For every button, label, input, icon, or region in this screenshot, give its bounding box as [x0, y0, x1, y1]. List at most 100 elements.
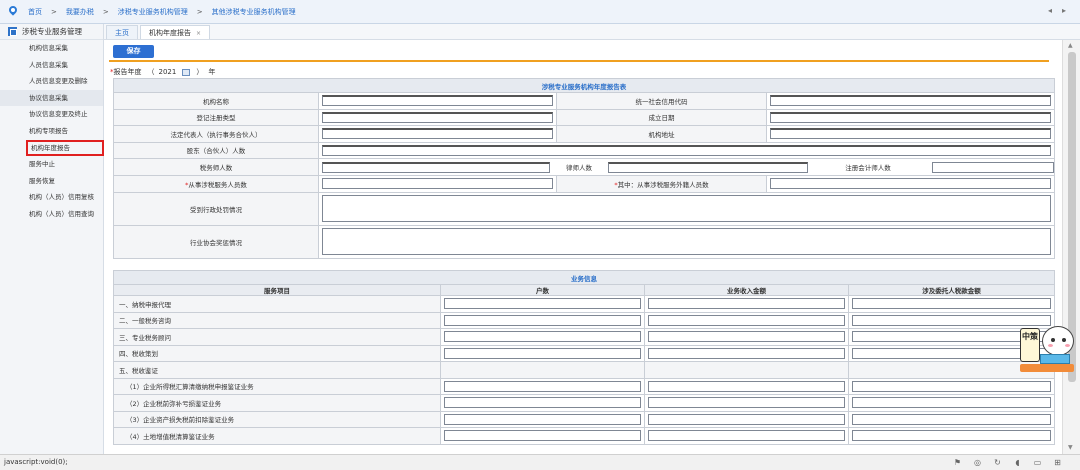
address-input[interactable]	[770, 128, 1051, 140]
legal-rep-input[interactable]	[322, 128, 553, 140]
revenue-input[interactable]	[648, 347, 845, 359]
staff-foreign-label: *其中：从事涉税服务外籍人员数	[556, 175, 767, 193]
calendar-icon[interactable]	[182, 68, 191, 76]
penalty-textarea[interactable]	[322, 195, 1051, 222]
tax-agents-input[interactable]	[322, 161, 550, 173]
sidebar-title: 涉税专业服务管理	[22, 27, 82, 36]
sidebar-item-credit-query[interactable]: 机构（人员）信用查询	[0, 206, 103, 223]
table-row: 四、税收策划	[113, 344, 1055, 362]
credit-code-input[interactable]	[770, 95, 1051, 107]
service-label: （1）企业所得税汇算清缴纳税申报鉴证业务	[113, 377, 441, 395]
vertical-scrollbar[interactable]: ▲ ▼	[1062, 40, 1080, 454]
sidebar-item-org-info[interactable]: 机构信息采集	[0, 40, 103, 57]
sidebar-item-special-report[interactable]: 机构专项报告	[0, 123, 103, 140]
service-label: 三、专业税务顾问	[113, 328, 441, 346]
penalty-label: 受到行政处罚情况	[113, 191, 319, 226]
report-year-value[interactable]: 2021	[159, 68, 177, 76]
revenue-input[interactable]	[648, 430, 845, 442]
staff-foreign-input[interactable]	[770, 178, 1051, 190]
scroll-left-icon[interactable]: ◂	[1048, 7, 1056, 15]
laptop-icon	[1040, 354, 1070, 364]
sidebar-item-service-suspend[interactable]: 服务中止	[0, 156, 103, 173]
status-icons: ⚑ ◎ ↻ ◖ ▭ ⊞	[953, 458, 1062, 467]
lawyers-input[interactable]	[608, 161, 808, 173]
window-icon[interactable]: ▭	[1033, 458, 1042, 467]
scroll-up-icon[interactable]: ▲	[1068, 42, 1073, 49]
zoom-icon[interactable]: ⊞	[1053, 458, 1062, 467]
save-button[interactable]: 保存	[113, 45, 154, 58]
sidebar-item-agreement-info[interactable]: 协议信息采集	[0, 89, 103, 107]
households-input[interactable]	[444, 298, 641, 310]
breadcrumb-home[interactable]: 首页	[28, 7, 42, 17]
households-input[interactable]	[444, 331, 641, 343]
credit-code-label: 统一社会信用代码	[556, 92, 767, 110]
awards-textarea[interactable]	[322, 228, 1051, 255]
sidebar-item-staff-info[interactable]: 人员信息采集	[0, 57, 103, 74]
sidebar-item-service-resume[interactable]: 服务恢复	[0, 173, 103, 190]
tab-annual-report[interactable]: 机构年度报告 ×	[140, 25, 211, 39]
households-input[interactable]	[444, 430, 641, 442]
sidebar-item-agreement-change[interactable]: 协议信息变更及终止	[0, 106, 103, 123]
tax-amount-input[interactable]	[852, 380, 1051, 392]
paren-open: （	[147, 68, 155, 76]
shareholders-input[interactable]	[322, 144, 1051, 156]
cpas-input[interactable]	[932, 161, 1054, 173]
address-label: 机构地址	[556, 125, 767, 143]
tab-home[interactable]: 主页	[106, 25, 138, 39]
revenue-input[interactable]	[648, 314, 845, 326]
business-caption: 业务信息	[113, 270, 1055, 285]
table-row: （2）企业税前弥补亏损鉴证业务	[113, 394, 1055, 412]
tax-amount-input[interactable]	[852, 430, 1051, 442]
revenue-input[interactable]	[648, 298, 845, 310]
report-year-label: 报告年度	[113, 68, 142, 76]
sidebar: 涉税专业服务管理 机构信息采集 人员信息采集 人员信息变更及删除 协议信息采集 …	[0, 24, 104, 454]
revenue-input[interactable]	[648, 380, 845, 392]
cpas-label: 注册会计师人数	[845, 164, 891, 172]
legal-rep-label: 法定代表人（执行事务合伙人）	[113, 125, 319, 143]
scroll-right-icon[interactable]: ▸	[1062, 7, 1070, 15]
org-name-label: 机构名称	[113, 92, 319, 110]
status-text: javascript:void(0);	[4, 458, 68, 466]
staff-count-row: 律师人数 注册会计师人数	[319, 159, 1054, 175]
menu-grid-icon	[8, 27, 17, 36]
households-input[interactable]	[444, 413, 641, 425]
refresh-icon[interactable]: ↻	[993, 458, 1002, 467]
breadcrumb-tax-service[interactable]: 我要办税	[66, 7, 94, 17]
breadcrumb-other-org-management[interactable]: 其他涉税专业服务机构管理	[212, 7, 296, 17]
breadcrumb-bar: 首页 > 我要办税 > 涉税专业服务机构管理 > 其他涉税专业服务机构管理 ◂ …	[0, 0, 1080, 24]
revenue-input[interactable]	[648, 397, 845, 409]
breadcrumb-org-management[interactable]: 涉税专业服务机构管理	[118, 7, 188, 17]
annual-report-caption: 涉税专业服务机构年度报告表	[113, 78, 1055, 93]
households-input[interactable]	[444, 380, 641, 392]
revenue-input[interactable]	[648, 413, 845, 425]
speaker-icon[interactable]: ◖	[1013, 458, 1022, 467]
table-row: （4）土地增值税清算鉴证业务	[113, 427, 1055, 445]
reg-type-input[interactable]	[322, 111, 553, 123]
tax-amount-input[interactable]	[852, 413, 1051, 425]
households-input[interactable]	[444, 314, 641, 326]
tax-amount-input[interactable]	[852, 298, 1051, 310]
breadcrumb-separator: >	[196, 7, 203, 16]
revenue-input[interactable]	[648, 331, 845, 343]
globe-icon[interactable]: ◎	[973, 458, 982, 467]
rocket-icon[interactable]: ⚑	[953, 458, 962, 467]
sidebar-item-annual-report[interactable]: 机构年度报告	[26, 139, 104, 157]
sidebar-item-credit-review[interactable]: 机构（人员）信用复核	[0, 189, 103, 206]
close-tab-icon[interactable]: ×	[196, 30, 201, 37]
breadcrumb-separator: >	[51, 7, 57, 16]
col-header-tax-amount: 涉及委托人税款金额	[848, 284, 1055, 296]
org-name-input[interactable]	[322, 95, 553, 107]
scroll-down-icon[interactable]: ▼	[1068, 444, 1073, 451]
lawyers-label: 律师人数	[566, 164, 592, 172]
staff-input[interactable]	[322, 178, 553, 190]
found-date-label: 成立日期	[556, 108, 767, 126]
service-label: （3）企业资产损失税前扣除鉴证业务	[113, 410, 441, 428]
sidebar-header[interactable]: 涉税专业服务管理	[0, 24, 103, 40]
households-input[interactable]	[444, 397, 641, 409]
households-input[interactable]	[444, 347, 641, 359]
tax-agents-label: 税务师人数	[113, 158, 319, 176]
tax-amount-input[interactable]	[852, 397, 1051, 409]
sidebar-item-staff-change[interactable]: 人员信息变更及删除	[0, 73, 103, 90]
found-date-input[interactable]	[770, 111, 1051, 123]
mascot-label: 中策	[1020, 328, 1040, 362]
